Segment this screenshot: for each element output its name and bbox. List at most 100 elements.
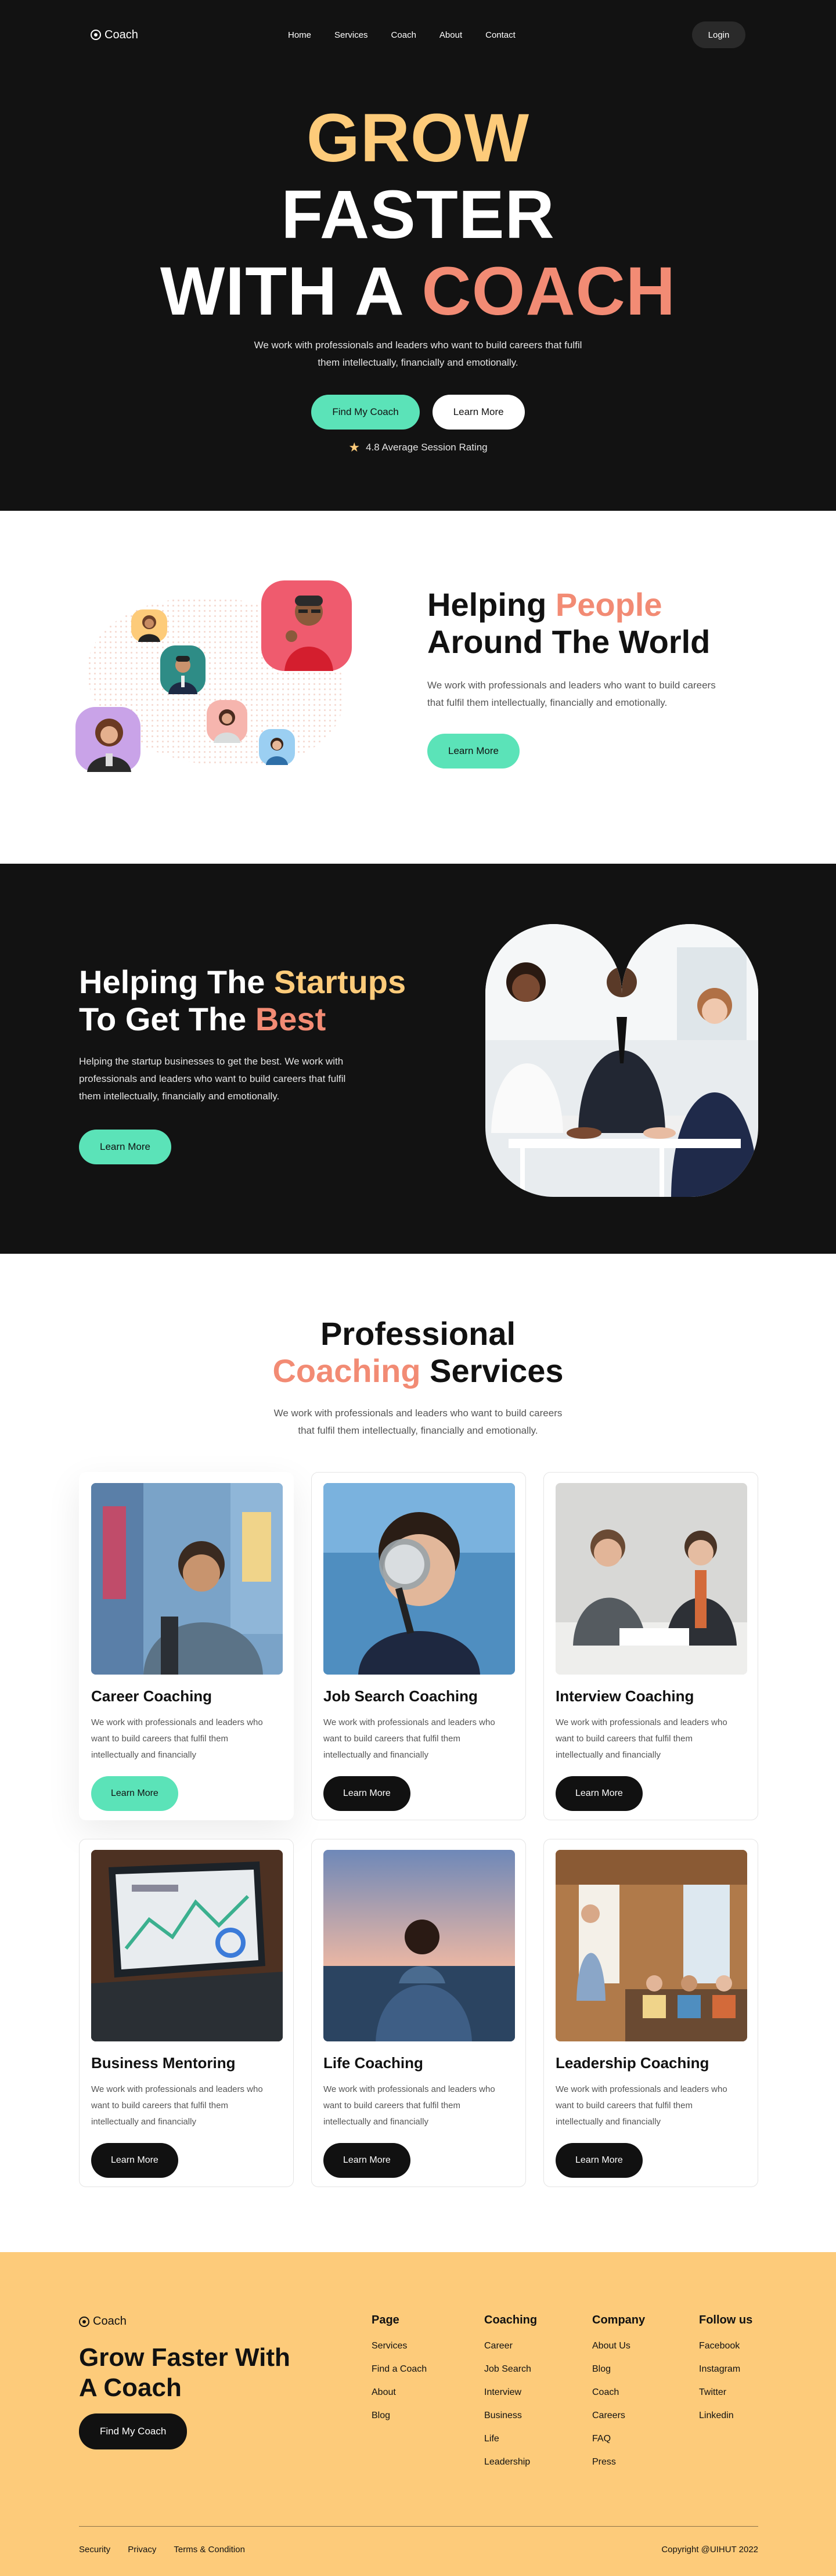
logo-icon [79, 2316, 89, 2327]
job-search-coaching-photo [323, 1483, 515, 1675]
footer-link[interactable]: Coach [592, 2387, 645, 2398]
terms-link[interactable]: Terms & Condition [174, 2545, 245, 2555]
service-card-leadership[interactable]: Leadership Coaching We work with profess… [543, 1839, 758, 2187]
service-card-life[interactable]: Life Coaching We work with professionals… [311, 1839, 526, 2187]
nav-link-about[interactable]: About [439, 30, 462, 40]
world-map-illustration [75, 580, 354, 778]
hero-title-line3: WITH A COACH [0, 253, 836, 330]
footer-link[interactable]: Services [372, 2341, 427, 2351]
footer-column-heading: Company [592, 2314, 646, 2326]
footer-link[interactable]: Career [484, 2341, 537, 2351]
nav-link-home[interactable]: Home [288, 30, 311, 40]
people-title-a: Helping [427, 586, 556, 623]
footer-link[interactable]: Job Search [484, 2364, 537, 2375]
footer-link-twitter[interactable]: Twitter [699, 2387, 752, 2398]
footer-link[interactable]: About [372, 2387, 427, 2398]
footer-link[interactable]: Life [484, 2434, 537, 2444]
hero-title-line2: FASTER [281, 176, 555, 253]
career-coaching-photo [91, 1483, 283, 1675]
footer-link[interactable]: Find a Coach [372, 2364, 427, 2375]
logo-icon [91, 30, 101, 40]
services-title: Professional Coaching Services [0, 1315, 836, 1390]
footer-column-company: Company About Us Blog Coach Careers FAQ … [592, 2314, 645, 2480]
footer-link[interactable]: Careers [592, 2411, 645, 2421]
helping-startups-section: Helping The Startups To Get The Best Hel… [0, 864, 836, 1254]
hero-title-line3-b: COACH [421, 253, 676, 330]
service-card-description: We work with professionals and leaders w… [323, 2084, 495, 2127]
avatar-small-1 [131, 609, 167, 642]
footer-link-linkedin[interactable]: Linkedin [699, 2411, 752, 2421]
services-desc-line1: We work with professionals and leaders w… [273, 1408, 563, 1419]
footer-link[interactable]: About Us [592, 2341, 645, 2351]
service-card-job-search[interactable]: Job Search Coaching We work with profess… [311, 1472, 526, 1820]
service-card-description: We work with professionals and leaders w… [323, 1718, 495, 1760]
brand-name: Coach [105, 28, 138, 41]
startups-title-b: Startups [274, 964, 406, 1000]
nav-link-coach[interactable]: Coach [391, 30, 416, 40]
footer-link[interactable]: Press [592, 2457, 645, 2467]
footer-link[interactable]: Business [484, 2411, 537, 2421]
helping-people-content: Helping People Around The World We work … [427, 586, 716, 769]
startups-content: Helping The Startups To Get The Best Hel… [79, 964, 406, 1164]
startups-description: Helping the startup businesses to get th… [79, 1053, 406, 1105]
footer-logo[interactable]: Coach [79, 2315, 127, 2328]
service-card-description: We work with professionals and leaders w… [91, 1718, 263, 1760]
footer-legal-links: Security Privacy Terms & Condition [79, 2545, 245, 2555]
service-card-description: We work with professionals and leaders w… [556, 1718, 727, 1760]
services-title-line2-b: Services [420, 1352, 564, 1389]
footer-link-instagram[interactable]: Instagram [699, 2364, 752, 2375]
footer-link[interactable]: Blog [372, 2411, 427, 2421]
people-desc-line2: that fulfil them intellectually, financi… [427, 697, 668, 708]
footer-link-facebook[interactable]: Facebook [699, 2341, 752, 2351]
service-card-interview[interactable]: Interview Coaching We work with professi… [543, 1472, 758, 1820]
login-button[interactable]: Login [692, 21, 745, 48]
hero-title-line3-a: WITH A [160, 253, 422, 330]
job-search-learn-more-button[interactable]: Learn More [323, 1776, 410, 1811]
avatar-small-3 [207, 700, 247, 743]
nav-link-services[interactable]: Services [334, 30, 368, 40]
service-card-description: We work with professionals and leaders w… [91, 2084, 263, 2127]
helping-people-title: Helping People Around The World [427, 586, 716, 661]
services-description: We work with professionals and leaders w… [0, 1405, 836, 1439]
life-coaching-photo [323, 1850, 515, 2041]
career-learn-more-button[interactable]: Learn More [91, 1776, 178, 1811]
nav-links: Home Services Coach About Contact [288, 30, 516, 40]
nav-link-contact[interactable]: Contact [485, 30, 516, 40]
footer-column-coaching: Coaching Career Job Search Interview Bus… [484, 2314, 537, 2480]
service-card-title: Job Search Coaching [323, 1687, 478, 1705]
security-link[interactable]: Security [79, 2545, 110, 2555]
service-card-title: Interview Coaching [556, 1687, 694, 1705]
service-card-career[interactable]: Career Coaching We work with professiona… [79, 1472, 294, 1820]
footer-link[interactable]: FAQ [592, 2434, 645, 2444]
startups-title: Helping The Startups To Get The Best [79, 964, 406, 1038]
footer-link[interactable]: Interview [484, 2387, 537, 2398]
footer-link[interactable]: Blog [592, 2364, 645, 2375]
find-my-coach-button[interactable]: Find My Coach [311, 395, 420, 430]
startups-learn-more-button[interactable]: Learn More [79, 1130, 171, 1164]
hero-buttons: Find My Coach Learn More [0, 395, 836, 430]
helping-people-description: We work with professionals and leaders w… [427, 677, 716, 712]
hero-description: We work with professionals and leaders w… [0, 337, 836, 371]
people-learn-more-button[interactable]: Learn More [427, 734, 520, 769]
footer-find-my-coach-button[interactable]: Find My Coach [79, 2413, 188, 2449]
brand-logo[interactable]: Coach [91, 28, 138, 42]
coaching-services-section: Professional Coaching Services We work w… [0, 1254, 836, 2252]
hero-desc-line2: them intellectually, financially and emo… [318, 357, 518, 368]
footer-link[interactable]: Leadership [484, 2457, 537, 2467]
footer-column-heading: Page [372, 2314, 399, 2326]
service-card-business-mentoring[interactable]: Business Mentoring We work with professi… [79, 1839, 294, 2187]
business-mentoring-photo [91, 1850, 283, 2041]
service-card-title: Life Coaching [323, 2054, 423, 2072]
life-learn-more-button[interactable]: Learn More [323, 2143, 410, 2178]
business-mentoring-learn-more-button[interactable]: Learn More [91, 2143, 178, 2178]
interview-learn-more-button[interactable]: Learn More [556, 1776, 643, 1811]
avatar-large [261, 580, 352, 671]
hero-title-line1: GROW [306, 100, 530, 176]
footer-column-page: Page Services Find a Coach About Blog [372, 2314, 427, 2434]
hero-learn-more-button[interactable]: Learn More [432, 395, 525, 430]
privacy-link[interactable]: Privacy [128, 2545, 156, 2555]
service-cards-grid: Career Coaching We work with professiona… [79, 1472, 758, 2187]
interview-coaching-photo [556, 1483, 747, 1675]
services-header: Professional Coaching Services We work w… [0, 1315, 836, 1439]
leadership-learn-more-button[interactable]: Learn More [556, 2143, 643, 2178]
